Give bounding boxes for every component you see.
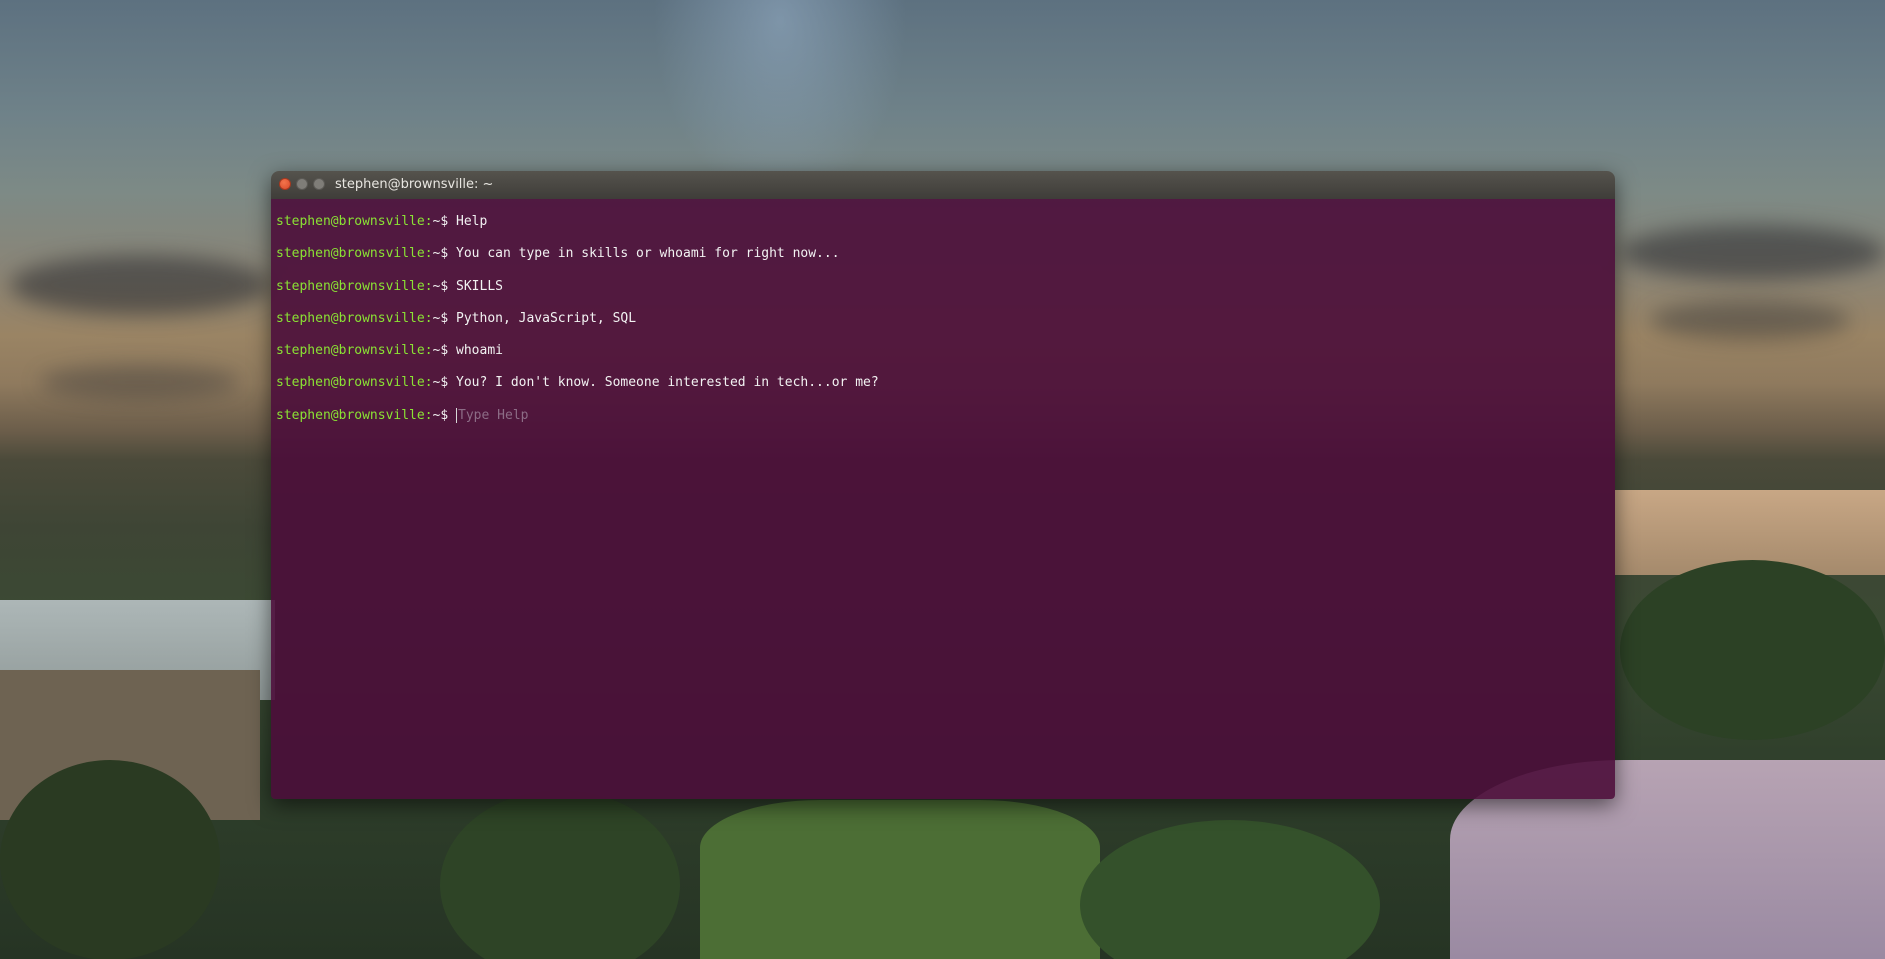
input-line: stephen@brownsville:~$ (276, 406, 1610, 438)
history-line: stephen@brownsville:~$ You can type in s… (276, 244, 1610, 276)
history-text: You? I don't know. Someone interested in… (456, 375, 879, 391)
history-text: Help (456, 214, 488, 229)
wallpaper-lawn (700, 800, 1100, 959)
history-line: stephen@brownsville:~$ Help (276, 212, 1610, 244)
prompt-path: ~$ (432, 375, 449, 391)
prompt-path: ~$ (432, 343, 449, 359)
history-line: stephen@brownsville:~$ whoami (276, 341, 1610, 373)
history-line: stephen@brownsville:~$ You? I don't know… (276, 373, 1610, 405)
terminal-body[interactable]: stephen@brownsville:~$ Help stephen@brow… (271, 199, 1615, 799)
history-text: whoami (456, 343, 503, 359)
maximize-window-button[interactable] (313, 178, 325, 190)
wallpaper-tree (1080, 820, 1380, 959)
terminal-window[interactable]: stephen@brownsville: ~ stephen@brownsvil… (271, 171, 1615, 799)
prompt-user-host: stephen@brownsville: (276, 407, 433, 423)
minimize-window-button[interactable] (296, 178, 308, 190)
history-line: stephen@brownsville:~$ SKILLS (276, 277, 1610, 309)
close-window-button[interactable] (279, 178, 291, 190)
wallpaper-tree (440, 790, 680, 959)
prompt-path: ~$ (432, 214, 449, 229)
history-text: SKILLS (456, 278, 503, 294)
window-title: stephen@brownsville: ~ (335, 177, 494, 192)
wallpaper-tree (1620, 560, 1885, 740)
command-input[interactable] (456, 407, 959, 423)
prompt-user-host: stephen@brownsville: (276, 343, 433, 359)
wallpaper-tree (0, 760, 220, 959)
wallpaper-cloud (1650, 300, 1850, 340)
wallpaper-cloud (40, 365, 240, 399)
prompt-user-host: stephen@brownsville: (276, 246, 433, 262)
prompt-path: ~$ (432, 407, 449, 423)
prompt-user-host: stephen@brownsville: (276, 278, 433, 294)
wallpaper-cloud (1620, 225, 1885, 280)
prompt-path: ~$ (432, 246, 449, 262)
terminal-titlebar[interactable]: stephen@brownsville: ~ (271, 171, 1615, 199)
wallpaper-cloud (10, 255, 270, 315)
prompt-user-host: stephen@brownsville: (276, 214, 433, 229)
prompt-user-host: stephen@brownsville: (276, 310, 433, 326)
prompt-path: ~$ (432, 310, 449, 326)
prompt-path: ~$ (432, 278, 449, 294)
history-line: stephen@brownsville:~$ Python, JavaScrip… (276, 309, 1610, 341)
history-text: Python, JavaScript, SQL (456, 310, 637, 326)
history-text: You can type in skills or whoami for rig… (456, 246, 840, 262)
prompt-user-host: stephen@brownsville: (276, 375, 433, 391)
